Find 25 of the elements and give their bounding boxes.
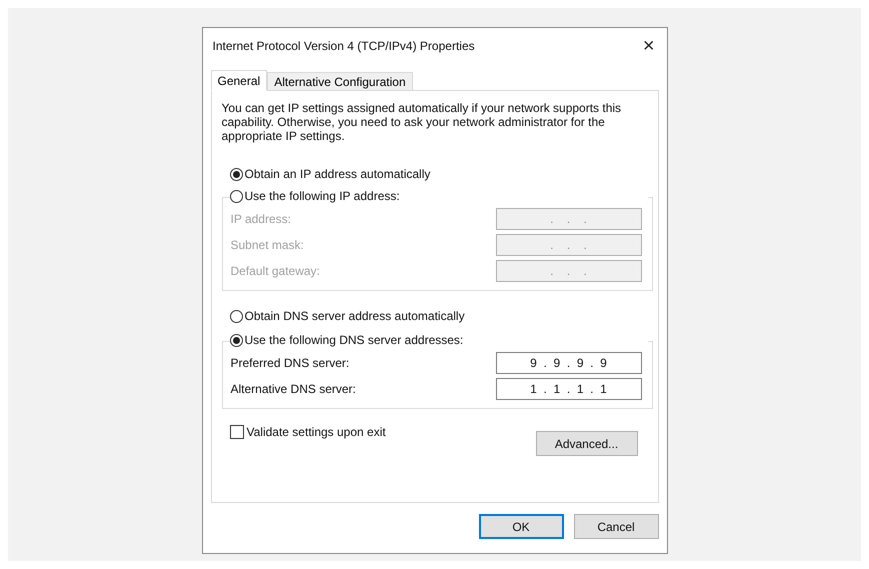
radio-label: Use the following DNS server addresses: xyxy=(244,332,464,349)
field-label: Subnet mask: xyxy=(230,237,304,254)
tab[interactable]: Alternative Configuration xyxy=(267,72,413,91)
dialog-button[interactable]: OK xyxy=(478,514,564,539)
radio-label: Obtain an IP address automatically xyxy=(244,166,430,183)
tab[interactable]: General xyxy=(210,70,268,91)
radio-button[interactable] xyxy=(230,168,242,180)
ip-field[interactable]: 9 . 9 . 9 . 9 xyxy=(496,352,642,374)
radio-button[interactable] xyxy=(230,334,242,346)
radio-button[interactable] xyxy=(230,310,242,322)
description-text: You can get IP settings assigned automatically if your network supports this capability. Otherwise, you need to ask your network administrator for the appropriate IP settings. xyxy=(222,101,622,143)
field-label: Preferred DNS server: xyxy=(230,355,350,372)
ip-field[interactable]: 1 . 1 . 1 . 1 xyxy=(496,378,642,400)
checkbox[interactable] xyxy=(230,425,244,439)
radio-label: Obtain DNS server address automatically xyxy=(244,308,465,325)
checkbox-label: Validate settings upon exit xyxy=(246,424,386,441)
radio-button[interactable] xyxy=(230,190,242,202)
field-label: Default gateway: xyxy=(230,263,320,280)
advanced-button[interactable]: Advanced... xyxy=(536,431,638,456)
window-title: Internet Protocol Version 4 (TCP/IPv4) Properties xyxy=(212,38,475,55)
dialog-button[interactable]: Cancel xyxy=(574,514,658,539)
close-button[interactable]: × xyxy=(642,36,654,56)
field-label: Alternative DNS server: xyxy=(230,381,356,398)
field-label: IP address: xyxy=(230,211,291,228)
radio-label: Use the following IP address: xyxy=(244,188,400,205)
